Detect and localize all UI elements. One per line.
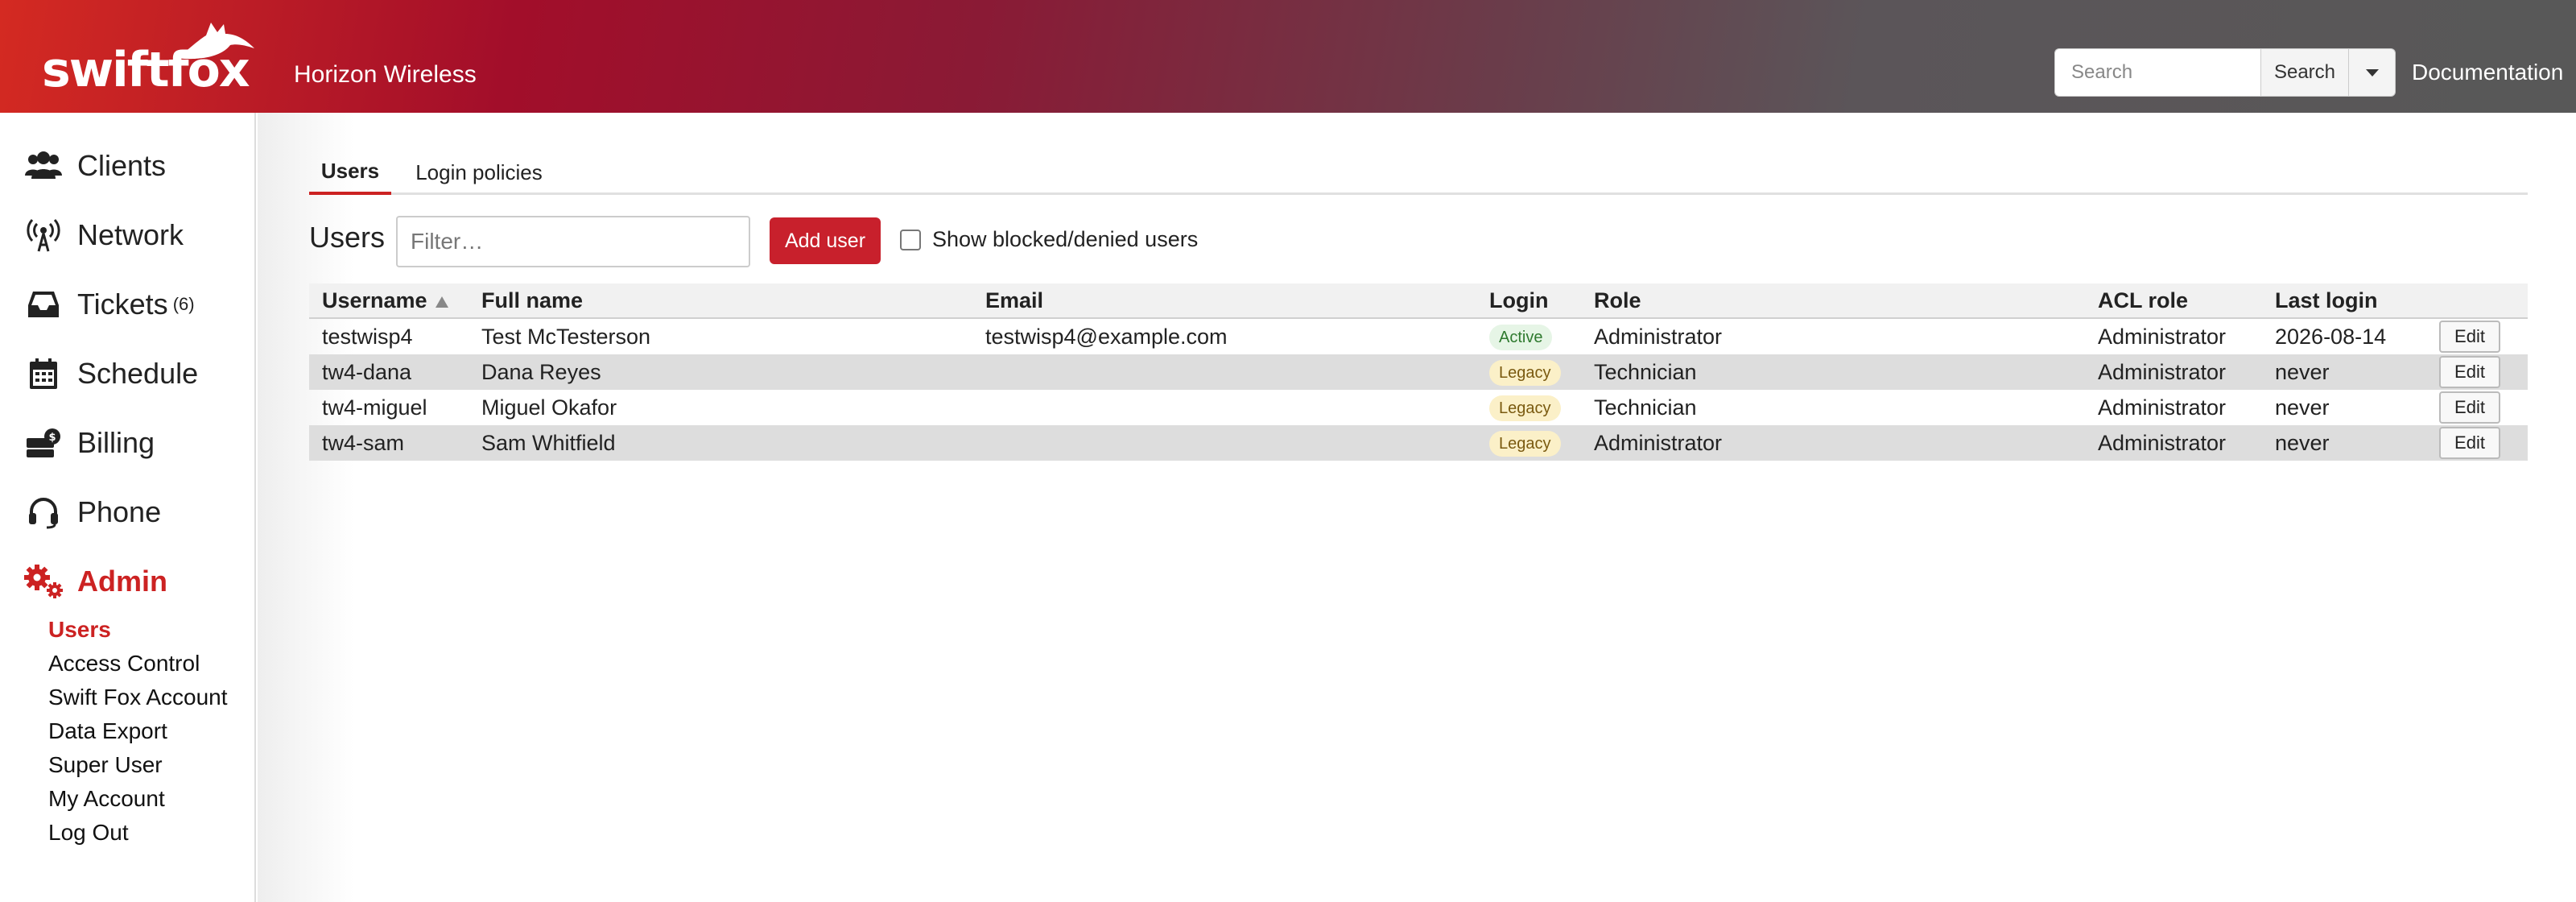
antenna-icon — [23, 214, 64, 256]
table-row: tw4-sam Sam Whitfield Legacy Administrat… — [309, 425, 2528, 461]
admin-subitem-swift-fox-account[interactable]: Swift Fox Account — [48, 685, 228, 710]
sidebar-item-label: Billing — [77, 426, 155, 459]
sidebar-item-phone[interactable]: Phone — [23, 488, 161, 536]
tab-login-policies[interactable]: Login policies — [406, 150, 552, 195]
svg-text:$: $ — [48, 432, 56, 444]
chevron-down-icon — [2365, 68, 2379, 77]
login-status-badge: Legacy — [1489, 395, 1561, 421]
column-header-last-login[interactable]: Last login — [2275, 288, 2378, 313]
sidebar-item-admin[interactable]: Admin — [23, 557, 167, 606]
show-blocked-checkbox[interactable] — [900, 229, 921, 250]
cell-full-name: Sam Whitfield — [481, 431, 616, 455]
page-title: Users — [309, 221, 386, 254]
column-header-full-name[interactable]: Full name — [481, 288, 583, 313]
filter-input[interactable] — [396, 216, 750, 267]
column-header-email[interactable]: Email — [985, 288, 1043, 313]
cell-last-login: never — [2275, 360, 2330, 384]
cell-acl-role: Administrator — [2098, 431, 2227, 455]
table-row: testwisp4 Test McTesterson testwisp4@exa… — [309, 319, 2528, 354]
cell-acl-role: Administrator — [2098, 360, 2227, 384]
users-icon — [23, 145, 64, 187]
cell-role: Technician — [1594, 395, 1697, 420]
documentation-link[interactable]: Documentation — [2412, 60, 2563, 85]
sidebar-item-tickets[interactable]: Tickets (6) — [23, 280, 195, 329]
admin-subitem-super-user[interactable]: Super User — [48, 752, 163, 778]
global-search: Search — [2054, 48, 2396, 97]
cell-acl-role: Administrator — [2098, 395, 2227, 420]
top-header: swiftfox Horizon Wireless Search Documen… — [0, 0, 2576, 113]
sidebar-item-clients[interactable]: Clients — [23, 142, 166, 190]
cell-username[interactable]: tw4-dana — [322, 360, 411, 385]
swiftfox-logo[interactable]: swiftfox — [42, 16, 259, 98]
edit-button[interactable]: Edit — [2439, 391, 2500, 424]
money-icon: $ — [23, 422, 64, 464]
search-input[interactable] — [2054, 48, 2260, 97]
cell-last-login: never — [2275, 431, 2330, 455]
inbox-icon — [23, 283, 64, 325]
cell-role: Administrator — [1594, 325, 1723, 349]
admin-subitem-data-export[interactable]: Data Export — [48, 718, 167, 744]
cell-email: testwisp4@example.com — [985, 325, 1228, 349]
edit-button[interactable]: Edit — [2439, 321, 2500, 353]
login-status-badge: Legacy — [1489, 360, 1561, 386]
add-user-button[interactable]: Add user — [770, 217, 881, 264]
admin-subitem-access-control[interactable]: Access Control — [48, 651, 200, 676]
sort-ascending-icon — [435, 296, 448, 308]
table-header: Username Full name Email Login Role ACL … — [309, 283, 2528, 319]
cell-username[interactable]: tw4-miguel — [322, 395, 427, 420]
tab-users[interactable]: Users — [309, 150, 391, 195]
fox-icon — [177, 23, 254, 60]
cell-role: Technician — [1594, 360, 1697, 384]
cell-acl-role: Administrator — [2098, 325, 2227, 349]
search-button[interactable]: Search — [2260, 48, 2349, 97]
admin-subitem-log-out[interactable]: Log Out — [48, 820, 129, 846]
table-row: tw4-miguel Miguel Okafor Legacy Technici… — [309, 390, 2528, 425]
sidebar-item-label: Admin — [77, 565, 167, 598]
admin-subitem-users[interactable]: Users — [48, 617, 111, 643]
sidebar-item-label: Clients — [77, 149, 167, 182]
users-table: Username Full name Email Login Role ACL … — [309, 283, 2528, 461]
column-header-username[interactable]: Username — [322, 288, 448, 313]
show-blocked-toggle[interactable]: Show blocked/denied users — [900, 227, 1198, 252]
cell-role: Administrator — [1594, 431, 1723, 455]
cell-username[interactable]: testwisp4 — [322, 325, 413, 350]
sidebar-item-label: Tickets — [77, 288, 168, 321]
cell-username[interactable]: tw4-sam — [322, 431, 404, 456]
headset-icon — [23, 491, 64, 533]
calendar-icon — [23, 353, 64, 395]
tab-bar: Users Login policies — [309, 150, 2528, 195]
column-header-acl-role[interactable]: ACL role — [2098, 288, 2188, 313]
cell-last-login: never — [2275, 395, 2330, 420]
cell-full-name: Dana Reyes — [481, 360, 601, 384]
sidebar-item-label: Network — [77, 218, 184, 251]
cell-full-name: Miguel Okafor — [481, 395, 617, 420]
sidebar-item-label: Phone — [77, 495, 162, 528]
admin-subitem-my-account[interactable]: My Account — [48, 786, 165, 812]
search-options-button[interactable] — [2349, 48, 2396, 97]
sidebar-item-label: Schedule — [77, 357, 199, 390]
sidebar-item-schedule[interactable]: Schedule — [23, 350, 198, 398]
cell-last-login: 2026-08-14 — [2275, 325, 2387, 349]
sidebar-item-billing[interactable]: $ Billing — [23, 419, 155, 467]
table-row: tw4-dana Dana Reyes Legacy Technician Ad… — [309, 354, 2528, 390]
column-header-login[interactable]: Login — [1489, 288, 1548, 313]
login-status-badge: Active — [1489, 325, 1553, 350]
column-header-role[interactable]: Role — [1594, 288, 1641, 313]
ticket-count-badge: (6) — [172, 294, 195, 314]
column-header-label: Username — [322, 288, 427, 312]
login-status-badge: Legacy — [1489, 431, 1561, 457]
edit-button[interactable]: Edit — [2439, 427, 2500, 459]
gears-icon — [23, 561, 64, 602]
organization-name: Horizon Wireless — [294, 61, 477, 88]
edit-button[interactable]: Edit — [2439, 356, 2500, 388]
show-blocked-label: Show blocked/denied users — [932, 227, 1199, 251]
sidebar-item-network[interactable]: Network — [23, 211, 184, 259]
cell-full-name: Test McTesterson — [481, 325, 651, 349]
